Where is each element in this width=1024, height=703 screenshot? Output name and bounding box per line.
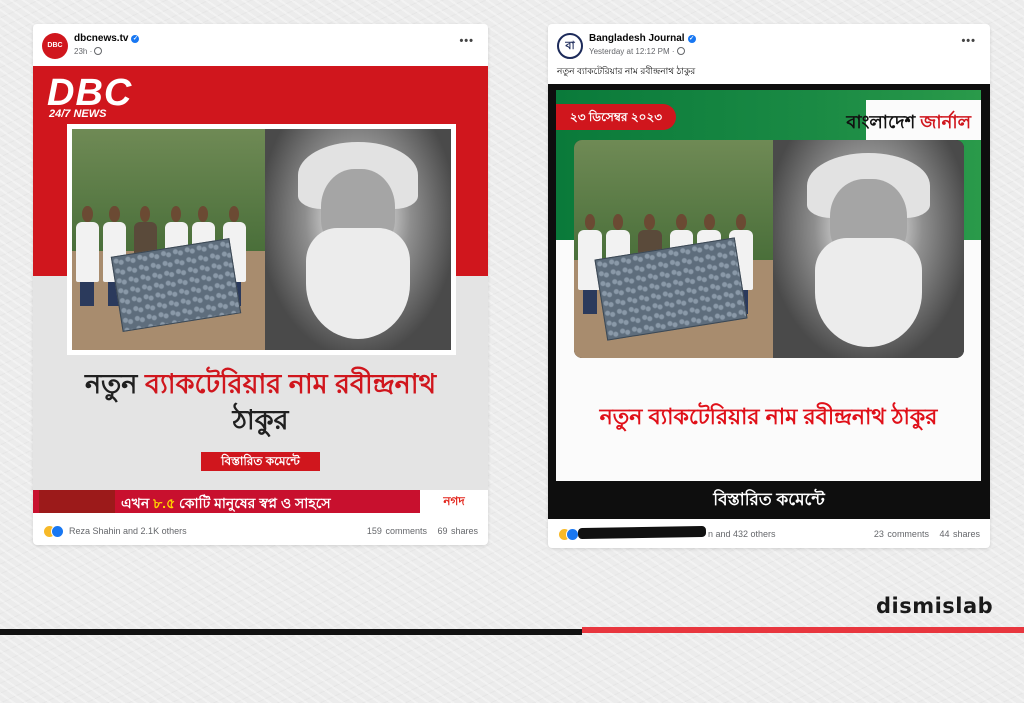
- post-footer: n and 432 others 23 comments 44 shares: [548, 521, 990, 547]
- post-header: DBC dbcnews.tv ✓ 23h · •••: [33, 24, 488, 66]
- page-name-text[interactable]: Bangladesh Journal: [589, 33, 685, 44]
- divider-stripe-red: [582, 627, 1024, 633]
- news-photo-frame: [67, 124, 456, 355]
- person: [75, 205, 100, 306]
- headline-part-2: ব্যাকটেরিয়ার নাম রবীন্দ্রনাথ: [144, 369, 437, 399]
- banner-photo: [39, 490, 115, 513]
- reaction-icons[interactable]: [558, 528, 579, 541]
- comments-count[interactable]: 23 comments: [874, 529, 929, 539]
- page-name-text[interactable]: dbcnews.tv: [74, 33, 128, 44]
- headline: নতুন ব্যাকটেরিয়ার নাম রবীন্দ্রনাথ ঠাকুর: [599, 404, 938, 429]
- date-badge: ২৩ ডিসেম্বর ২০২৩: [556, 104, 676, 130]
- post-header: বা Bangladesh Journal ✓ Yesterday at 12:1…: [548, 24, 990, 66]
- logo-part-1: বাংলাদেশ: [846, 112, 921, 132]
- tagore-portrait: [265, 129, 451, 350]
- banner-text: এখন ৮.৫ কোটি মানুষের স্বপ্ন ও সাহসে: [121, 492, 331, 513]
- verified-icon: ✓: [687, 35, 696, 43]
- avatar[interactable]: DBC: [42, 33, 68, 59]
- globe-icon: [676, 47, 685, 55]
- divider-stripe-black: [0, 629, 582, 635]
- image-panel: ২৩ ডিসেম্বর ২০২৩ বাংলাদেশ জার্নাল নতুন ব…: [556, 90, 981, 481]
- details-in-comments-label: বিস্তারিত কমেন্টে: [201, 452, 320, 471]
- scientists-photo: [574, 140, 773, 358]
- post-image[interactable]: ২৩ ডিসেম্বর ২০২৩ বাংলাদেশ জার্নাল নতুন ব…: [548, 84, 990, 519]
- comments-count[interactable]: 159 comments: [367, 526, 427, 536]
- more-options-icon[interactable]: •••: [459, 35, 474, 47]
- post-image[interactable]: DBC 24/7 NEWS নতুন ব্যাকটেরিয়ার নাম রবী…: [33, 66, 488, 513]
- more-options-icon[interactable]: •••: [961, 35, 976, 47]
- details-in-comments-label: বিস্তারিত কমেন্টে: [713, 490, 825, 509]
- shares-count[interactable]: 69 shares: [437, 526, 478, 536]
- post-time-text[interactable]: 23h: [74, 47, 87, 56]
- banner-text-highlight: ৮.৫: [153, 495, 176, 511]
- news-photo: [72, 129, 451, 350]
- post-footer: Reza Shahin and 2.1K others 159 comments…: [33, 518, 488, 544]
- avatar[interactable]: বা: [557, 33, 583, 59]
- reaction-summary[interactable]: n and 432 others: [708, 529, 776, 539]
- post-caption: নতুন ব্যাকটেরিয়ার নাম রবীন্দ্রনাথ ঠাকুর: [557, 66, 696, 76]
- headline-part-3: ঠাকুর: [232, 405, 289, 435]
- headline: নতুন ব্যাকটেরিয়ার নাম রবীন্দ্রনাথ ঠাকুর: [33, 366, 488, 438]
- post-bangladesh-journal: বা Bangladesh Journal ✓ Yesterday at 12:1…: [548, 24, 990, 548]
- dbc-logo: DBC: [47, 72, 133, 114]
- nagad-logo: নগদ: [420, 490, 488, 513]
- like-reaction-icon: [51, 525, 64, 538]
- banner-text-post: কোটি মানুষের স্বপ্ন ও সাহসে: [175, 495, 331, 511]
- page-name[interactable]: Bangladesh Journal ✓: [589, 33, 696, 44]
- post-time[interactable]: Yesterday at 12:12 PM ·: [589, 47, 685, 56]
- news-photo: [574, 140, 964, 358]
- headline-part-1: নতুন: [84, 369, 145, 399]
- reaction-summary[interactable]: Reza Shahin and 2.1K others: [69, 526, 187, 536]
- tagore-portrait: [773, 140, 964, 358]
- engagement-counts: 159 comments 69 shares: [367, 526, 478, 536]
- post-time-text[interactable]: Yesterday at 12:12 PM: [589, 47, 670, 56]
- logo-part-2: জার্নাল: [920, 112, 971, 132]
- post-dbcnews: DBC dbcnews.tv✓ 23h · ••• DBC 24/7 NEWS: [33, 24, 488, 545]
- engagement-counts: 23 comments 44 shares: [874, 529, 980, 539]
- dbc-logo-sub: 24/7 NEWS: [49, 108, 107, 120]
- page-name[interactable]: dbcnews.tv ✓: [74, 33, 140, 44]
- nagad-ad-banner: এখন ৮.৫ কোটি মানুষের স্বপ্ন ও সাহসে নগদ: [33, 490, 488, 513]
- reaction-icons[interactable]: [43, 525, 64, 538]
- bangladesh-journal-logo: বাংলাদেশ জার্নাল: [846, 108, 971, 139]
- scientists-photo: [72, 129, 265, 350]
- post-time[interactable]: 23h ·: [74, 47, 103, 56]
- banner-text-pre: এখন: [121, 495, 154, 511]
- shares-count[interactable]: 44 shares: [939, 529, 980, 539]
- dismislab-logo: dismislab: [876, 594, 994, 618]
- redaction-mark: [577, 525, 707, 540]
- globe-icon: [94, 47, 103, 55]
- verified-icon: ✓: [131, 35, 140, 43]
